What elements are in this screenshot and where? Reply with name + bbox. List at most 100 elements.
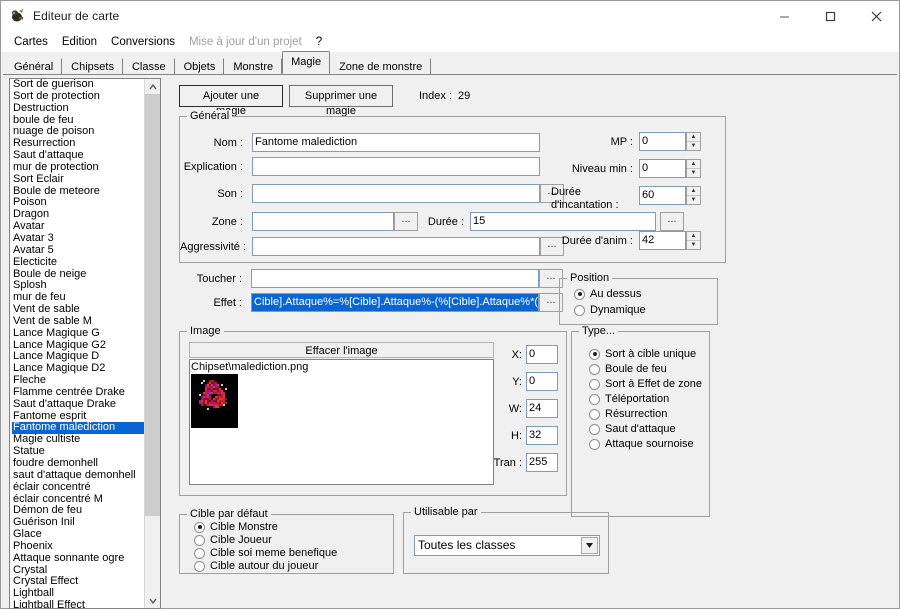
clear-image-button[interactable]: Effacer l'image [189, 342, 494, 358]
type-option-boule-de-feu[interactable]: Boule de feu [589, 363, 667, 375]
zone-browse-button[interactable]: ... [394, 212, 418, 231]
type-option-attaque-sournoise[interactable]: Attaque sournoise [589, 438, 694, 450]
duree-anim-spinner-up[interactable]: ▲ [687, 232, 700, 241]
list-item[interactable]: Vent de sable M [12, 316, 144, 328]
duree-incantation-input[interactable]: 60 [639, 186, 686, 205]
menu-item-mise-a-jour: Mise à jour d'un projet [182, 34, 309, 50]
utilisable-par-select[interactable]: Toutes les classes [414, 535, 600, 556]
menu-item-cartes[interactable]: Cartes [7, 34, 55, 50]
scroll-down-icon[interactable] [145, 593, 160, 608]
list-item[interactable]: saut d'attaque demonhell [12, 470, 144, 482]
explication-input[interactable] [252, 157, 540, 176]
list-item[interactable]: Avatar 5 [12, 245, 144, 257]
type-option-0-label: Sort à cible unique [605, 348, 696, 360]
cible-option-monstre[interactable]: Cible Monstre [194, 521, 278, 533]
nom-input[interactable]: Fantome malediction [252, 133, 540, 152]
type-option-4-label: Résurrection [605, 408, 667, 420]
type-option-1-label: Boule de feu [605, 363, 667, 375]
utilisable-par-legend: Utilisable par [411, 506, 481, 518]
list-item[interactable]: Phoenix [12, 541, 144, 553]
maximize-button[interactable] [807, 1, 853, 31]
list-item[interactable]: éclair concentré [12, 482, 144, 494]
list-item[interactable]: Electicite [12, 257, 144, 269]
radio-icon-sort-effet-zone [589, 379, 600, 390]
cible-option-soi-meme[interactable]: Cible soi meme benefique [194, 547, 337, 559]
position-legend: Position [567, 272, 612, 284]
list-item[interactable]: Destruction [12, 103, 144, 115]
chevron-down-icon[interactable] [581, 537, 598, 554]
effet-input[interactable]: Cible].Attaque%=%[Cible].Attaque%-(%[Cib… [251, 293, 539, 312]
image-preview-pane[interactable]: Chipset\malediction.png [189, 359, 494, 485]
list-item[interactable]: Sort Eclair [12, 174, 144, 186]
son-input[interactable] [252, 184, 540, 203]
position-option-dynamique[interactable]: Dynamique [574, 304, 646, 316]
cible-option-joueur[interactable]: Cible Joueur [194, 534, 272, 546]
position-option-dynamique-label: Dynamique [590, 304, 646, 316]
mp-spinner-down[interactable]: ▼ [687, 142, 700, 150]
zone-input[interactable] [252, 212, 394, 231]
image-tran-input[interactable]: 255 [526, 453, 558, 472]
type-option-3-label: Téléportation [605, 393, 669, 405]
duree-incantation-spinner-up[interactable]: ▲ [687, 187, 700, 196]
duree-incantation-spinner-down[interactable]: ▼ [687, 196, 700, 204]
duree-anim-spinner-down[interactable]: ▼ [687, 241, 700, 249]
spell-list-scrollbar[interactable] [144, 79, 160, 608]
spell-list[interactable]: Sort de guerisonSort de protectionDestru… [9, 78, 161, 609]
delete-spell-button[interactable]: Supprimer une magie [289, 85, 393, 107]
zone-label: Zone : [188, 216, 243, 228]
mp-label: MP : [551, 136, 633, 148]
image-h-input[interactable]: 32 [526, 426, 558, 445]
nom-label: Nom : [188, 137, 243, 149]
menu-item-edition[interactable]: Edition [55, 34, 104, 50]
add-spell-button[interactable]: Ajouter une magie [179, 85, 283, 107]
aggressivite-input[interactable] [252, 237, 540, 256]
duree-incantation-spinner[interactable]: ▲ ▼ [686, 186, 701, 205]
niveau-min-spinner-down[interactable]: ▼ [687, 169, 700, 177]
radio-icon-teleportation [589, 394, 600, 405]
cible-option-autour-joueur[interactable]: Cible autour du joueur [194, 560, 318, 572]
aggressivite-label: Aggressivité : [180, 241, 243, 253]
image-h-label: H: [496, 430, 522, 442]
image-x-input[interactable]: 0 [526, 345, 558, 364]
position-option-au-dessus[interactable]: Au dessus [574, 288, 641, 300]
list-item[interactable]: Attaque sonnante ogre [12, 553, 144, 565]
close-button[interactable] [853, 1, 899, 31]
mp-spinner[interactable]: ▲ ▼ [686, 132, 701, 151]
list-item[interactable]: Lance Magique G [12, 328, 144, 340]
list-item[interactable]: Lightball Effect [12, 600, 144, 608]
list-item[interactable]: Saut d'attaque Drake [12, 399, 144, 411]
niveau-min-spinner[interactable]: ▲ ▼ [686, 159, 701, 178]
radio-icon-saut-attaque [589, 424, 600, 435]
type-option-sort-cible-unique[interactable]: Sort à cible unique [589, 348, 696, 360]
list-item[interactable]: Flamme centrée Drake [12, 387, 144, 399]
type-option-teleportation[interactable]: Téléportation [589, 393, 669, 405]
radio-icon-dynamique [574, 305, 585, 316]
scroll-up-icon[interactable] [145, 79, 160, 94]
minimize-button[interactable] [761, 1, 807, 31]
type-groupbox: Type... Sort à cible unique Boule de feu… [571, 331, 710, 517]
niveau-min-input[interactable]: 0 [639, 159, 686, 178]
position-groupbox: Position Au dessus Dynamique [559, 278, 718, 325]
title-bar: Editeur de carte [1, 1, 899, 31]
tab-magie[interactable]: Magie [282, 51, 330, 74]
niveau-min-spinner-up[interactable]: ▲ [687, 160, 700, 169]
mp-input[interactable]: 0 [639, 132, 686, 151]
mp-spinner-up[interactable]: ▲ [687, 133, 700, 142]
type-option-resurrection[interactable]: Résurrection [589, 408, 667, 420]
list-item[interactable]: mur de protection [12, 162, 144, 174]
scrollbar-thumb[interactable] [145, 94, 160, 516]
image-w-input[interactable]: 24 [526, 399, 558, 418]
menu-item-help[interactable]: ? [309, 34, 329, 50]
tab-content-magie: Sort de guerisonSort de protectionDestru… [3, 74, 897, 606]
type-option-sort-effet-zone[interactable]: Sort à Effet de zone [589, 378, 702, 390]
type-option-saut-attaque[interactable]: Saut d'attaque [589, 423, 676, 435]
duree-anim-spinner[interactable]: ▲ ▼ [686, 231, 701, 250]
son-label: Son : [188, 188, 243, 200]
main-window: Editeur de carte Cartes Edition Conversi… [0, 0, 900, 609]
toucher-input[interactable] [251, 269, 539, 288]
image-y-input[interactable]: 0 [526, 372, 558, 391]
duree-anim-input[interactable]: 42 [639, 231, 686, 250]
spell-list-items[interactable]: Sort de guerisonSort de protectionDestru… [10, 79, 144, 608]
menu-item-conversions[interactable]: Conversions [104, 34, 182, 50]
list-item[interactable]: Sort de protection [12, 91, 144, 103]
